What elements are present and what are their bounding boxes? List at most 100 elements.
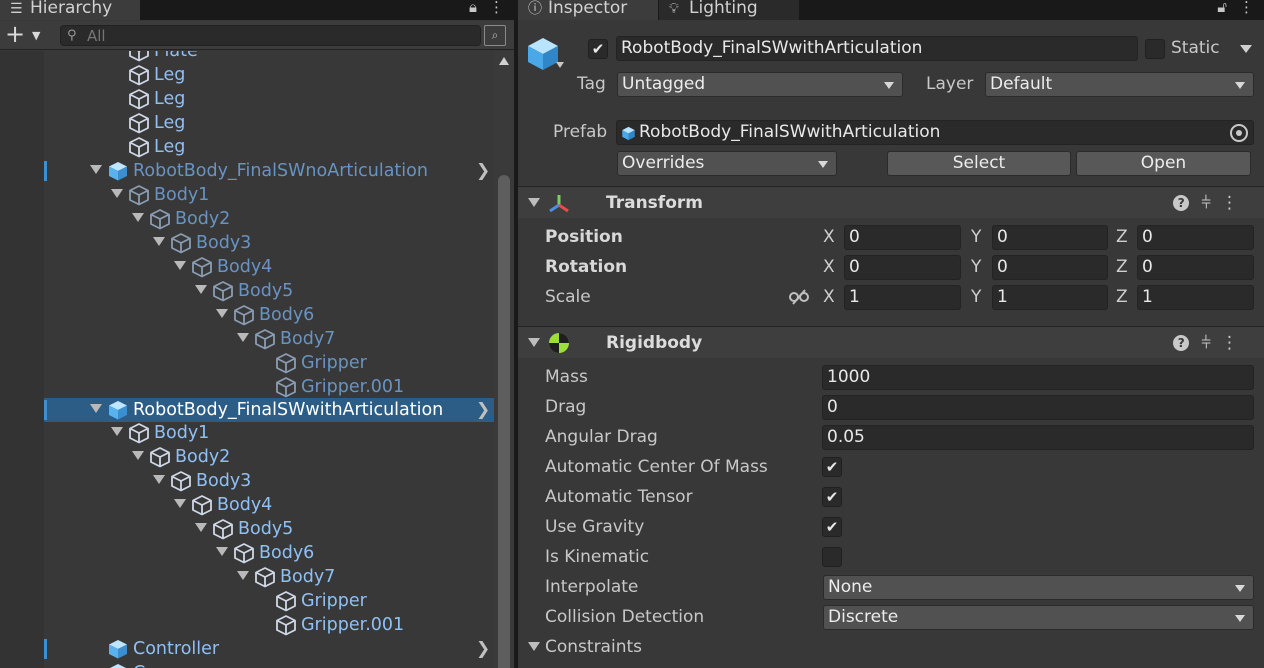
position-y-label[interactable]: Y bbox=[971, 225, 981, 249]
expand-arrow-icon[interactable] bbox=[90, 404, 102, 413]
scale-y-field[interactable]: 1 bbox=[992, 285, 1108, 310]
foldout-arrow-icon[interactable] bbox=[528, 338, 540, 347]
rotation-z-label[interactable]: Z bbox=[1116, 255, 1128, 279]
kebab-menu-icon[interactable]: ⋮ bbox=[1239, 0, 1254, 16]
chevron-right-icon[interactable]: ❯ bbox=[476, 400, 490, 420]
expand-arrow-icon[interactable] bbox=[216, 547, 228, 556]
chevron-right-icon[interactable]: ❯ bbox=[476, 639, 490, 659]
overrides-dropdown[interactable]: Overrides bbox=[617, 151, 837, 176]
hierarchy-row[interactable]: Gripper bbox=[44, 589, 494, 613]
position-x-field[interactable]: 0 bbox=[844, 225, 961, 250]
chevron-right-icon[interactable]: ❯ bbox=[476, 161, 490, 181]
collision-detection-dropdown[interactable]: Discrete bbox=[823, 605, 1254, 630]
rotation-y-field[interactable]: 0 bbox=[992, 255, 1108, 280]
lock-icon[interactable]: 🔓︎ bbox=[1217, 0, 1227, 16]
tab-inspector[interactable]: ⓘ Inspector bbox=[518, 0, 658, 20]
hierarchy-row[interactable]: Body2 bbox=[44, 207, 494, 231]
expand-arrow-icon[interactable] bbox=[174, 261, 186, 270]
constraints-label[interactable]: Constraints bbox=[545, 635, 642, 659]
object-picker-icon[interactable] bbox=[1230, 124, 1248, 142]
expand-arrow-icon[interactable] bbox=[174, 499, 186, 508]
foldout-arrow-icon[interactable] bbox=[528, 198, 540, 207]
scroll-up-arrow-icon[interactable] bbox=[499, 57, 509, 65]
constraints-foldout-arrow-icon[interactable] bbox=[528, 642, 540, 651]
hierarchy-row[interactable]: Body7 bbox=[44, 565, 494, 589]
hierarchy-row[interactable]: Camera bbox=[44, 661, 494, 668]
hierarchy-row[interactable]: Controller ❯ bbox=[44, 637, 494, 661]
hierarchy-row[interactable]: Leg bbox=[44, 135, 494, 159]
hierarchy-row[interactable]: Leg bbox=[44, 63, 494, 87]
scale-y-label[interactable]: Y bbox=[971, 285, 981, 309]
scale-z-field[interactable]: 1 bbox=[1137, 285, 1254, 310]
hierarchy-row[interactable]: Gripper bbox=[44, 351, 494, 375]
expand-arrow-icon[interactable] bbox=[237, 333, 249, 342]
kebab-menu-icon[interactable]: ⋮ bbox=[489, 0, 504, 16]
position-z-label[interactable]: Z bbox=[1116, 225, 1128, 249]
scale-x-label[interactable]: X bbox=[823, 285, 835, 309]
hierarchy-row[interactable]: Body3 bbox=[44, 469, 494, 493]
expand-arrow-icon[interactable] bbox=[132, 451, 144, 460]
scrollbar-thumb[interactable] bbox=[498, 175, 510, 668]
search-mode-button[interactable]: ⌕ bbox=[484, 25, 506, 46]
use-gravity-checkbox[interactable]: ✔ bbox=[822, 517, 842, 537]
hierarchy-row[interactable]: Leg bbox=[44, 87, 494, 111]
is-kinematic-checkbox[interactable] bbox=[822, 547, 842, 567]
tag-dropdown[interactable]: Untagged bbox=[617, 72, 903, 97]
hierarchy-row[interactable]: Gripper.001 bbox=[44, 375, 494, 399]
hierarchy-row[interactable]: Body6 bbox=[44, 303, 494, 327]
expand-arrow-icon[interactable] bbox=[195, 285, 207, 294]
expand-arrow-icon[interactable] bbox=[132, 213, 144, 222]
help-icon[interactable]: ? bbox=[1173, 195, 1190, 211]
expand-arrow-icon[interactable] bbox=[216, 309, 228, 318]
kebab-menu-icon[interactable]: ⋮ bbox=[1221, 193, 1248, 213]
add-button[interactable]: + ▼ bbox=[5, 22, 45, 47]
lock-icon[interactable]: 🔒︎ bbox=[469, 0, 477, 16]
hierarchy-row[interactable]: Body4 bbox=[44, 493, 494, 517]
unlinked-chain-icon[interactable] bbox=[789, 289, 809, 305]
hierarchy-row[interactable]: Body5 bbox=[44, 279, 494, 303]
hierarchy-row[interactable]: Body1 bbox=[44, 183, 494, 207]
hierarchy-row[interactable]: Gripper.001 bbox=[44, 613, 494, 637]
hierarchy-row[interactable]: Body4 bbox=[44, 255, 494, 279]
rotation-z-field[interactable]: 0 bbox=[1137, 255, 1254, 280]
presets-sliders-icon[interactable]: ⫩ bbox=[1201, 333, 1221, 353]
hierarchy-scrollbar[interactable] bbox=[494, 51, 514, 668]
expand-arrow-icon[interactable] bbox=[90, 165, 102, 174]
angular-drag-field[interactable]: 0.05 bbox=[822, 425, 1254, 450]
interpolate-dropdown[interactable]: None bbox=[823, 575, 1254, 600]
position-x-label[interactable]: X bbox=[823, 225, 835, 249]
auto-tensor-checkbox[interactable]: ✔ bbox=[822, 487, 842, 507]
auto-center-of-mass-checkbox[interactable]: ✔ bbox=[822, 457, 842, 477]
expand-arrow-icon[interactable] bbox=[195, 523, 207, 532]
hierarchy-row[interactable]: Leg bbox=[44, 111, 494, 135]
rotation-y-label[interactable]: Y bbox=[971, 255, 981, 279]
search-box[interactable]: ⚲ bbox=[60, 25, 481, 46]
rotation-x-label[interactable]: X bbox=[823, 255, 835, 279]
rigidbody-header[interactable]: Rigidbody ? ⫩⋮ bbox=[518, 326, 1264, 358]
expand-arrow-icon[interactable] bbox=[237, 571, 249, 580]
tab-lighting[interactable]: 💡︎ Lighting bbox=[659, 0, 799, 20]
hierarchy-row[interactable]: Body6 bbox=[44, 541, 494, 565]
presets-sliders-icon[interactable]: ⫩ bbox=[1201, 193, 1221, 213]
hierarchy-row[interactable]: Body5 bbox=[44, 517, 494, 541]
hierarchy-row[interactable]: Body3 bbox=[44, 231, 494, 255]
tab-hierarchy[interactable]: ☰ Hierarchy bbox=[0, 0, 140, 20]
scale-x-field[interactable]: 1 bbox=[844, 285, 961, 310]
scale-z-label[interactable]: Z bbox=[1116, 285, 1128, 309]
prefab-field[interactable]: RobotBody_FinalSWwithArticulation bbox=[616, 120, 1254, 145]
help-icon[interactable]: ? bbox=[1173, 335, 1190, 351]
position-y-field[interactable]: 0 bbox=[992, 225, 1108, 250]
mass-field[interactable]: 1000 bbox=[822, 365, 1254, 390]
active-toggle[interactable]: ✔ bbox=[588, 39, 608, 59]
drag-field[interactable]: 0 bbox=[822, 395, 1254, 420]
rotation-x-field[interactable]: 0 bbox=[844, 255, 961, 280]
expand-arrow-icon[interactable] bbox=[153, 237, 165, 246]
hierarchy-row[interactable]: Plate bbox=[44, 51, 494, 63]
hierarchy-row[interactable]: Body2 bbox=[44, 445, 494, 469]
icon-picker-arrow-icon[interactable] bbox=[556, 62, 564, 68]
expand-arrow-icon[interactable] bbox=[111, 189, 123, 198]
object-name-field[interactable]: RobotBody_FinalSWwithArticulation bbox=[616, 36, 1138, 61]
search-input[interactable] bbox=[87, 26, 467, 45]
hierarchy-row[interactable]: Body7 bbox=[44, 327, 494, 351]
select-button[interactable]: Select bbox=[887, 151, 1071, 176]
